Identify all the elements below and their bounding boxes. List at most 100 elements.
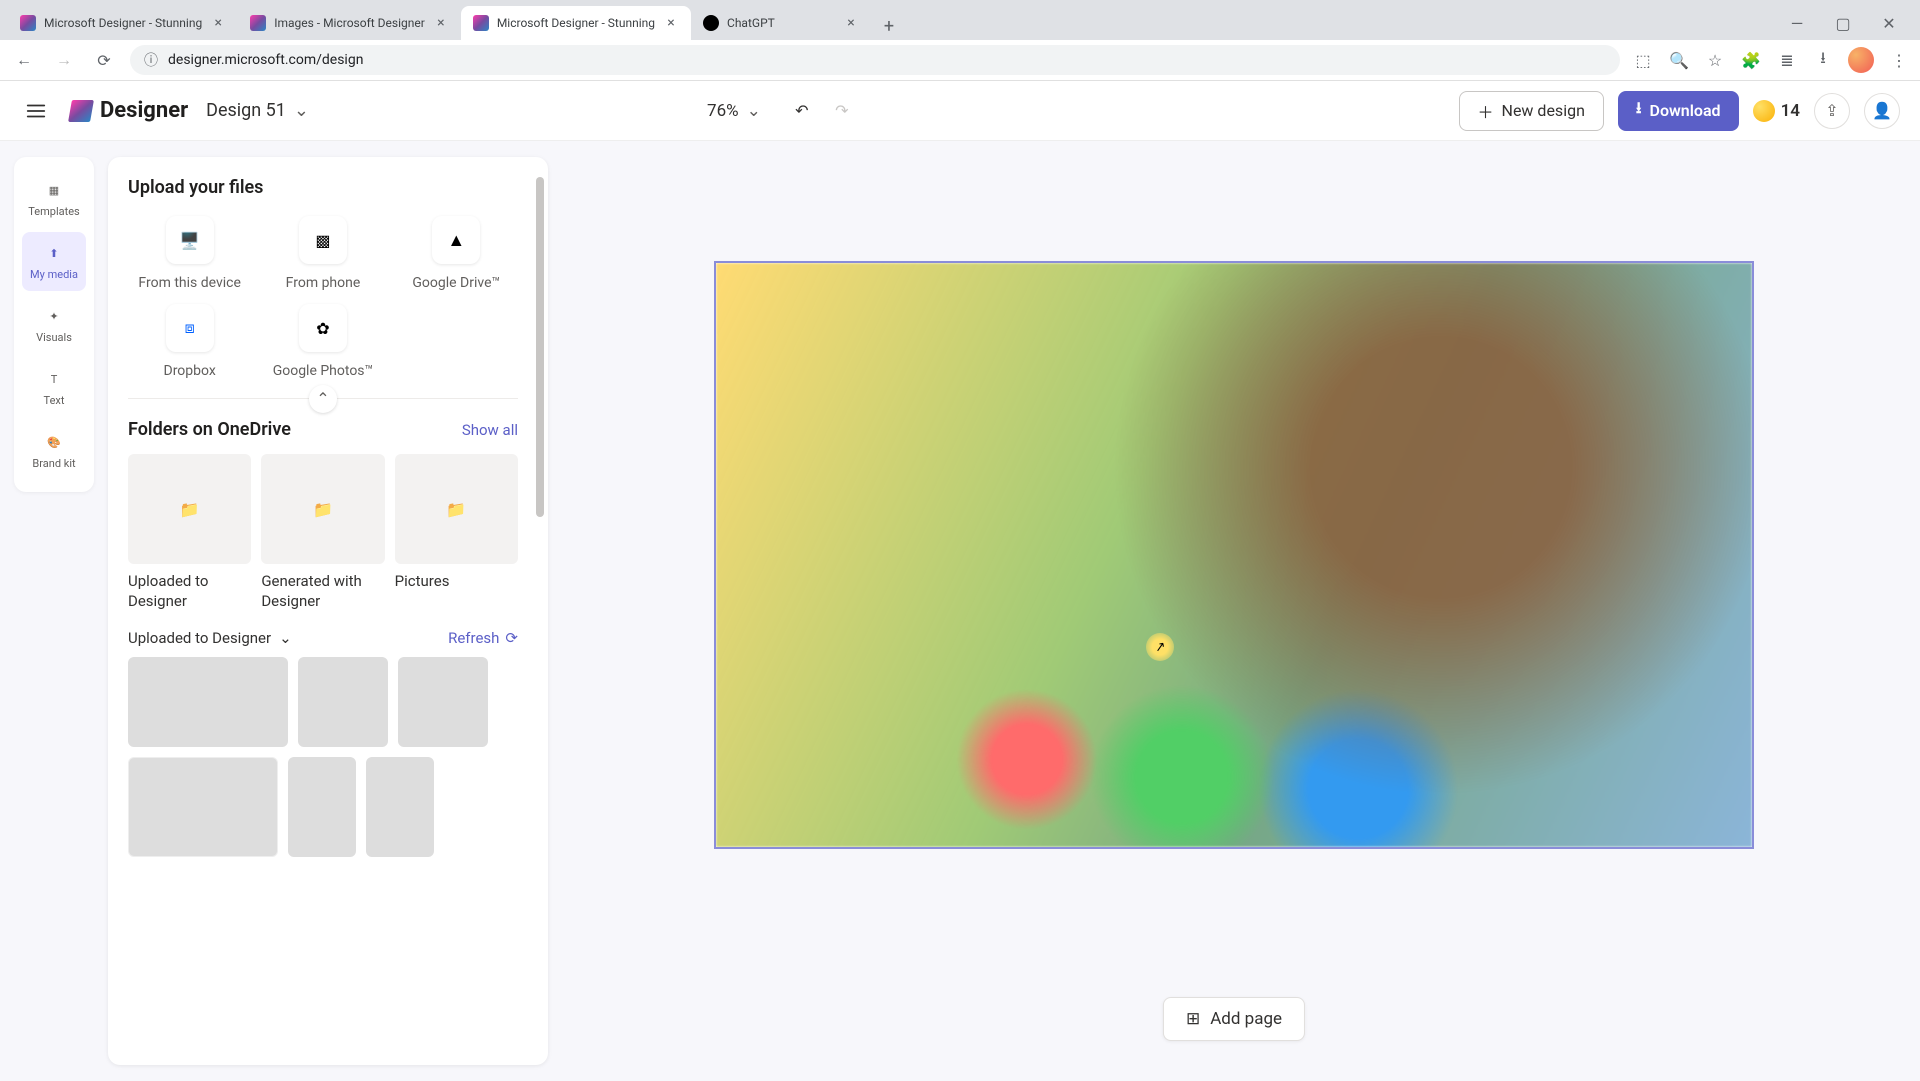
menu-button[interactable]: [20, 95, 52, 127]
chevron-down-icon: ⌄: [747, 101, 761, 121]
window-controls: — ▢ ✕: [1774, 6, 1912, 40]
reload-button[interactable]: ⟳: [90, 46, 118, 74]
rail-my-media[interactable]: ⬆ My media: [22, 232, 86, 291]
tab-1[interactable]: Images - Microsoft Designer ×: [238, 6, 461, 40]
new-tab-button[interactable]: +: [875, 12, 903, 40]
minimize-button[interactable]: —: [1774, 6, 1820, 40]
designer-favicon-icon: [473, 15, 489, 31]
upload-from-phone[interactable]: ▩ From phone: [261, 216, 384, 292]
cursor-highlight-icon: [1146, 633, 1174, 661]
close-window-button[interactable]: ✕: [1866, 6, 1912, 40]
upload-section-title: Upload your files: [128, 177, 518, 198]
folder-uploaded-to-designer[interactable]: 📁 Uploaded to Designer: [128, 454, 251, 611]
text-icon: T: [43, 368, 65, 390]
upload-google-drive[interactable]: ▲ Google Drive™: [395, 216, 518, 292]
account-button[interactable]: 👤: [1864, 93, 1900, 129]
add-page-button[interactable]: ⊞ Add page: [1163, 997, 1305, 1041]
collapse-upload-button[interactable]: ⌃: [309, 385, 337, 413]
undo-redo-group: ↶ ↷: [789, 98, 855, 124]
new-design-button[interactable]: ＋ New design: [1459, 91, 1604, 131]
download-icon: ⭳: [1636, 97, 1642, 124]
media-thumbnail[interactable]: [128, 757, 278, 857]
close-icon[interactable]: ×: [843, 15, 859, 31]
close-icon[interactable]: ×: [663, 15, 679, 31]
media-panel: Upload your files 🖥️ From this device ▩ …: [108, 157, 548, 1065]
upload-opt-label: From phone: [286, 274, 361, 292]
show-all-link[interactable]: Show all: [462, 421, 518, 439]
address-bar: ← → ⟳ ⓘ designer.microsoft.com/design ⬚ …: [0, 40, 1920, 80]
upload-options: 🖥️ From this device ▩ From phone ▲ Googl…: [128, 216, 518, 380]
rail-templates[interactable]: ▦ Templates: [22, 169, 86, 228]
media-thumbnail[interactable]: [366, 757, 434, 857]
rail-visuals[interactable]: ✦ Visuals: [22, 295, 86, 354]
close-icon[interactable]: ×: [433, 15, 449, 31]
tab-2[interactable]: Microsoft Designer - Stunning ×: [461, 6, 691, 40]
uploaded-dropdown[interactable]: Uploaded to Designer ⌄: [128, 629, 292, 647]
upload-dropbox[interactable]: ⧈ Dropbox: [128, 304, 251, 380]
kebab-menu-icon[interactable]: ⋮: [1888, 49, 1910, 71]
media-thumbnail[interactable]: [298, 657, 388, 747]
add-page-label: Add page: [1210, 1009, 1282, 1029]
back-button[interactable]: ←: [10, 46, 38, 74]
rail-brand-kit[interactable]: 🎨 Brand kit: [22, 421, 86, 480]
media-thumbnail[interactable]: [128, 657, 288, 747]
reading-list-icon[interactable]: ≣: [1776, 49, 1798, 71]
gphotos-icon: ✿: [316, 319, 329, 338]
address-bar-actions: ⬚ 🔍 ☆ 🧩 ≣ ⭳ ⋮: [1632, 47, 1910, 73]
qr-icon: ▩: [315, 231, 330, 250]
credits-counter[interactable]: 14: [1753, 100, 1800, 122]
upload-opt-label: Google Drive™: [412, 274, 500, 292]
plus-square-icon: ⊞: [1186, 1009, 1200, 1029]
extensions-icon[interactable]: 🧩: [1740, 49, 1762, 71]
url-field[interactable]: ⓘ designer.microsoft.com/design: [130, 45, 1620, 75]
downloads-icon[interactable]: ⭳: [1812, 49, 1834, 71]
maximize-button[interactable]: ▢: [1820, 6, 1866, 40]
forward-button[interactable]: →: [50, 46, 78, 74]
rail-label: Text: [44, 394, 65, 407]
folder-generated-with-designer[interactable]: 📁 Generated with Designer: [261, 454, 384, 611]
install-app-icon[interactable]: ⬚: [1632, 49, 1654, 71]
upload-from-device[interactable]: 🖥️ From this device: [128, 216, 251, 292]
hamburger-icon: [25, 100, 47, 122]
folder-pictures[interactable]: 📁 Pictures: [395, 454, 518, 611]
share-icon: ⇪: [1825, 101, 1838, 120]
media-thumbnail[interactable]: [398, 657, 488, 747]
folder-label: Generated with Designer: [261, 572, 384, 611]
design-name-dropdown[interactable]: Design 51 ⌄: [206, 100, 309, 121]
design-name-label: Design 51: [206, 100, 286, 121]
device-icon: 🖥️: [180, 231, 200, 250]
folder-icon: 📁: [313, 500, 333, 519]
brand-label: Designer: [100, 98, 188, 123]
chevron-up-icon: ⌃: [316, 389, 329, 408]
download-button[interactable]: ⭳ Download: [1618, 91, 1739, 131]
upload-opt-label: Google Photos™: [273, 362, 374, 380]
profile-avatar-icon[interactable]: [1848, 47, 1874, 73]
redo-button[interactable]: ↷: [829, 98, 855, 124]
canvas-image[interactable]: [716, 263, 1752, 847]
undo-button[interactable]: ↶: [789, 98, 815, 124]
visuals-icon: ✦: [43, 305, 65, 327]
browser-chrome: Microsoft Designer - Stunning × Images -…: [0, 0, 1920, 81]
site-info-icon[interactable]: ⓘ: [144, 50, 158, 70]
upload-google-photos[interactable]: ✿ Google Photos™: [261, 304, 384, 380]
share-button[interactable]: ⇪: [1814, 93, 1850, 129]
tab-title: Microsoft Designer - Stunning: [497, 16, 655, 30]
brand[interactable]: Designer: [70, 98, 188, 123]
uploaded-images-grid: [128, 657, 518, 857]
zoom-icon[interactable]: 🔍: [1668, 49, 1690, 71]
tab-3[interactable]: ChatGPT ×: [691, 6, 871, 40]
tab-title: ChatGPT: [727, 16, 835, 30]
rail-label: Templates: [28, 205, 79, 218]
folders-section-title: Folders on OneDrive: [128, 419, 291, 440]
tab-0[interactable]: Microsoft Designer - Stunning ×: [8, 6, 238, 40]
design-canvas[interactable]: [714, 261, 1754, 849]
refresh-button[interactable]: Refresh ⟳: [448, 629, 518, 647]
media-thumbnail[interactable]: [288, 757, 356, 857]
coin-count: 14: [1781, 101, 1800, 121]
tab-title: Microsoft Designer - Stunning: [44, 16, 202, 30]
zoom-control[interactable]: 76% ⌄: [707, 101, 761, 121]
close-icon[interactable]: ×: [210, 15, 226, 31]
rail-text[interactable]: T Text: [22, 358, 86, 417]
bookmark-icon[interactable]: ☆: [1704, 49, 1726, 71]
panel-scrollbar[interactable]: [536, 177, 544, 517]
